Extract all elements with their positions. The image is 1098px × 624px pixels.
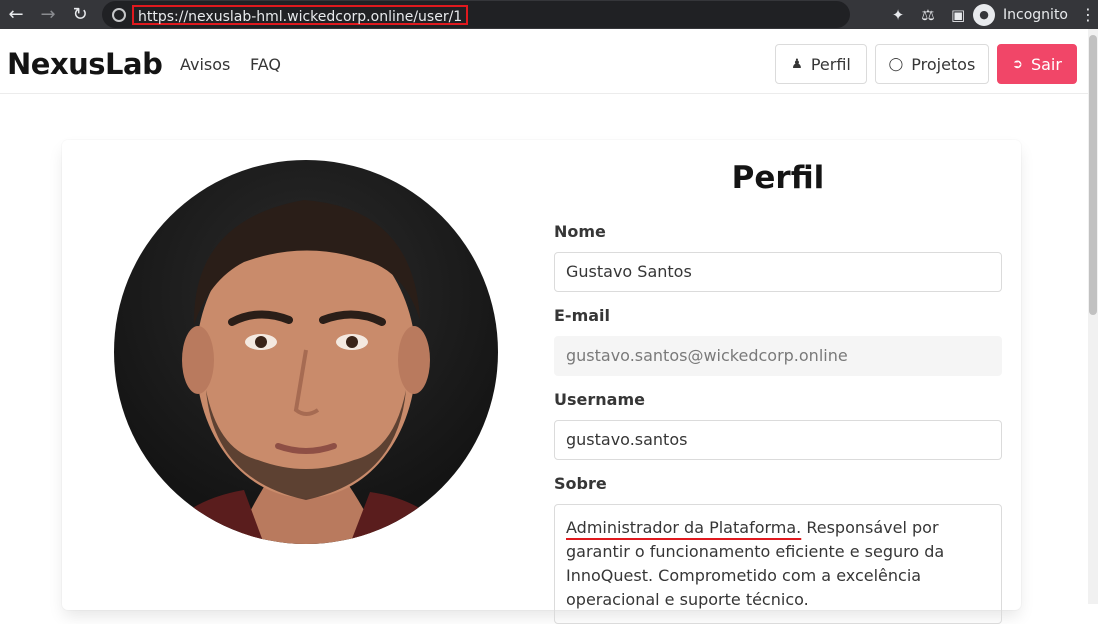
reload-icon[interactable]: ↻ [67,2,93,28]
incognito-icon: ● [973,3,996,26]
page-scrollbar[interactable] [1088,29,1098,604]
side-panel-icon[interactable]: ▣ [943,6,973,24]
forward-icon[interactable]: → [35,2,61,28]
nav-link-faq[interactable]: FAQ [250,55,281,74]
nav-link-avisos[interactable]: Avisos [180,55,230,74]
email-field: gustavo.santos@wickedcorp.online [554,336,1002,376]
username-label: Username [554,390,645,409]
page-title: Perfil [731,160,825,196]
email-label: E-mail [554,306,611,325]
avatar-portrait [154,200,458,544]
url-text[interactable]: https://nexuslab-hml.wickedcorp.online/u… [132,4,469,25]
app-navbar: NexusLab Avisos FAQ ♟ Perfil ◯ Projetos … [0,29,1088,94]
incognito-label: Incognito [1003,6,1068,23]
menu-icon[interactable]: ⋮ [1078,5,1098,24]
brand-logo[interactable]: NexusLab [7,47,163,81]
profile-card: Perfil Nome Gustavo Santos E-mail gustav… [62,140,1021,624]
about-textarea[interactable]: Administrador da Plataforma. Responsável… [554,504,1002,624]
about-label: Sobre [554,474,607,493]
projects-button[interactable]: ◯ Projetos [875,44,989,84]
logout-button[interactable]: ➲ Sair [997,44,1077,84]
address-bar[interactable]: https://nexuslab-hml.wickedcorp.online/u… [102,1,850,28]
sign-out-icon: ➲ [1012,56,1023,72]
name-field[interactable]: Gustavo Santos [554,252,1002,292]
back-icon[interactable]: ← [3,2,29,28]
profile-avatar [114,160,498,544]
profile-button-label: Perfil [810,54,851,74]
user-icon: ♟ [791,56,803,72]
profile-button[interactable]: ♟ Perfil [775,44,867,84]
about-highlight-text: Administrador da Plataforma. [566,518,802,537]
username-field[interactable]: gustavo.santos [554,420,1002,460]
site-info-icon[interactable] [112,7,126,22]
name-label: Nome [554,222,606,241]
extensions-icon[interactable]: ✦ [883,6,913,24]
scroll-thumb[interactable] [1089,35,1097,315]
labs-icon[interactable]: ⚖ [913,6,943,24]
logout-button-label: Sair [1030,54,1062,74]
incognito-indicator[interactable]: ● Incognito [973,3,1068,26]
browser-toolbar: ← → ↻ https://nexuslab-hml.wickedcorp.on… [0,0,1098,29]
projects-button-label: Projetos [911,54,976,74]
lightbulb-icon: ◯ [888,56,904,72]
